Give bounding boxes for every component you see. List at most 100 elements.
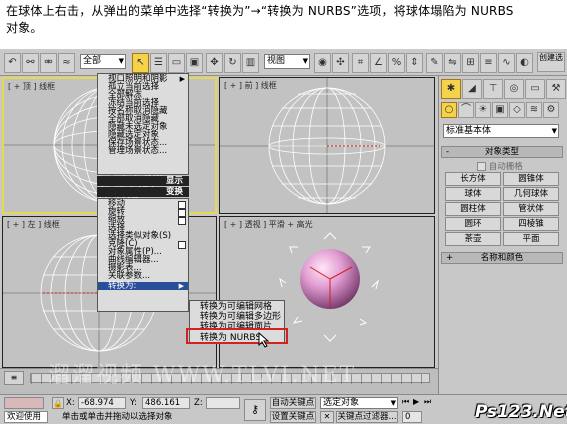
sphere-button[interactable]: 球体 xyxy=(445,187,501,201)
key-filters-button[interactable]: 关键点过滤器... xyxy=(336,411,398,423)
menu-item-convert-editable-poly[interactable]: 转换为可编辑多边形 xyxy=(190,313,284,322)
align-icon[interactable]: ⊞ xyxy=(462,53,479,73)
filter-icon[interactable]: ✕ xyxy=(320,411,334,423)
select-by-name-icon[interactable]: ☰ xyxy=(150,53,167,73)
motion-tab-icon[interactable]: ◎ xyxy=(504,79,524,99)
go-to-end-icon[interactable]: ⏭ xyxy=(424,397,431,407)
geometry-icon[interactable]: ○ xyxy=(441,102,457,118)
clone-settings-icon[interactable] xyxy=(178,241,186,249)
viewport-perspective[interactable]: [ + ] 透视 ] 平滑 + 高光 xyxy=(219,216,435,368)
cameras-icon[interactable]: ▣ xyxy=(492,102,508,118)
chevron-down-icon: ▼ xyxy=(390,399,396,407)
pivot-center-icon[interactable]: ◉ xyxy=(314,53,331,73)
hierarchy-tab-icon[interactable]: ⊤ xyxy=(483,79,503,99)
tube-button[interactable]: 管状体 xyxy=(503,202,559,216)
manipulate-icon[interactable]: ✣ xyxy=(332,53,349,73)
undo-icon[interactable]: ↶ xyxy=(4,53,21,73)
teapot-button[interactable]: 茶壶 xyxy=(445,232,501,246)
create-tab-icon[interactable]: ✱ xyxy=(441,79,461,99)
checkbox-icon xyxy=(477,162,486,171)
quad-header-display: 显示 xyxy=(97,176,189,186)
torus-button[interactable]: 圆环 xyxy=(445,217,501,231)
x-coordinate-field[interactable]: -68.974 xyxy=(78,397,126,409)
scale-settings-icon[interactable] xyxy=(178,217,186,225)
wireframe-sphere-front xyxy=(220,78,434,213)
percent-snap-icon[interactable]: % xyxy=(388,53,405,73)
instruction-line-1: 在球体上右击，从弹出的菜单中选择“转换为”→“转换为 NURBS”选项，将球体塌… xyxy=(6,4,514,18)
rotate-settings-icon[interactable] xyxy=(178,209,186,217)
geosphere-button[interactable]: 几何球体 xyxy=(503,187,559,201)
cylinder-button[interactable]: 圆柱体 xyxy=(445,202,501,216)
rect-selection-icon[interactable]: ▭ xyxy=(168,53,185,73)
key-icon[interactable]: ⚷ xyxy=(244,399,266,421)
curve-editor-icon[interactable]: ∿ xyxy=(498,53,515,73)
window-crossing-icon[interactable]: ▣ xyxy=(186,53,203,73)
go-to-start-icon[interactable]: ⏮ xyxy=(402,397,409,407)
spinner-snap-icon[interactable]: ⇕ xyxy=(406,53,423,73)
bind-spacewarp-icon[interactable]: ≈ xyxy=(58,53,75,73)
submenu-arrow-icon: ▶ xyxy=(178,282,184,290)
select-rotate-icon[interactable]: ↻ xyxy=(224,53,241,73)
rollout-object-type[interactable]: - 对象类型 xyxy=(441,146,563,158)
move-settings-icon[interactable] xyxy=(178,201,186,209)
plane-button[interactable]: 平面 xyxy=(503,232,559,246)
auto-key-button[interactable]: 自动关键点 xyxy=(270,397,316,409)
playback-controls: ⏮ ▶ ⏭ xyxy=(402,397,436,409)
y-coordinate-field[interactable]: 486.161 xyxy=(142,397,190,409)
y-label: Y: xyxy=(130,398,137,408)
helpers-icon[interactable]: ◇ xyxy=(509,102,525,118)
chevron-down-icon: ▼ xyxy=(118,57,124,65)
menu-item-wire-parameters[interactable]: 关联参数... xyxy=(98,272,188,281)
edit-named-selection-icon[interactable]: ✎ xyxy=(426,53,443,73)
material-editor-icon[interactable]: ◐ xyxy=(516,53,533,73)
box-button[interactable]: 长方体 xyxy=(445,172,501,186)
maxscript-mini-listener[interactable] xyxy=(4,397,44,409)
site-logo-text: Ps123.Net xyxy=(475,402,567,422)
chevron-down-icon: ▼ xyxy=(302,57,308,65)
select-scale-icon[interactable]: ▥ xyxy=(242,53,259,73)
lights-icon[interactable]: ☀ xyxy=(475,102,491,118)
systems-icon[interactable]: ⚙ xyxy=(543,102,559,118)
shaded-sphere-perspective xyxy=(279,232,379,342)
unlink-icon[interactable]: ⚮ xyxy=(40,53,57,73)
current-frame-field[interactable]: 0 xyxy=(402,411,422,423)
instruction-line-2: 对象。 xyxy=(6,21,43,35)
play-icon[interactable]: ▶ xyxy=(413,397,419,406)
select-object-icon[interactable]: ↖ xyxy=(132,53,149,73)
set-key-button[interactable]: 设置关键点 xyxy=(270,411,316,423)
mirror-icon[interactable]: ⇋ xyxy=(444,53,461,73)
snaps-toggle-icon[interactable]: ⌗ xyxy=(352,53,369,73)
menu-item-convert-editable-mesh[interactable]: 转换为可编辑网格 xyxy=(190,303,284,312)
create-selection-set[interactable]: 创建选 xyxy=(537,52,565,72)
cone-button[interactable]: 圆锥体 xyxy=(503,172,559,186)
create-selection-label: 创建选 xyxy=(539,53,563,62)
select-move-icon[interactable]: ✥ xyxy=(206,53,223,73)
welcome-field[interactable]: 欢迎使用 xyxy=(4,411,48,423)
angle-snap-icon[interactable]: ∠ xyxy=(370,53,387,73)
timeline-toggle-icon[interactable]: ≡ xyxy=(4,371,24,385)
rollout-object-type-label: 对象类型 xyxy=(484,147,519,157)
command-panel: ✱ ◢ ⊤ ◎ ▭ ⚒ ○ ⌒ ☀ ▣ ◇ ≋ ⚙ 标准基本体 ▼ - 对象类型… xyxy=(438,76,567,394)
reference-coord-dropdown[interactable]: 视图 ▼ xyxy=(264,54,310,69)
quad-header-transform: 变换 xyxy=(97,187,189,197)
key-mode-dropdown[interactable]: 选定对象 ▼ xyxy=(320,397,398,409)
shapes-icon[interactable]: ⌒ xyxy=(458,102,474,118)
menu-item-manage-scene-state[interactable]: 管理场景状态... xyxy=(98,147,188,156)
modify-tab-icon[interactable]: ◢ xyxy=(462,79,482,99)
rollout-name-color[interactable]: + 名称和颜色 xyxy=(441,252,563,264)
rollout-collapse-icon: - xyxy=(446,147,450,157)
layer-manager-icon[interactable]: ≡ xyxy=(480,53,497,73)
x-label: X: xyxy=(66,398,75,408)
link-icon[interactable]: ⚯ xyxy=(22,53,39,73)
selection-filter-dropdown[interactable]: 全部 ▼ xyxy=(80,54,126,69)
display-tab-icon[interactable]: ▭ xyxy=(525,79,545,99)
lock-selection-icon[interactable]: 🔒 xyxy=(52,397,64,409)
spacewarps-icon[interactable]: ≋ xyxy=(526,102,542,118)
viewport-front[interactable]: [ + ] 前 ] 线框 xyxy=(219,77,435,214)
primitive-category-dropdown[interactable]: 标准基本体 ▼ xyxy=(443,124,559,138)
utilities-tab-icon[interactable]: ⚒ xyxy=(546,79,566,99)
z-coordinate-field[interactable] xyxy=(206,397,240,409)
pyramid-button[interactable]: 四棱锥 xyxy=(503,217,559,231)
autogrid-checkbox[interactable]: 自动栅格 xyxy=(477,160,557,172)
menu-item-convert-to[interactable]: 转换为: ▶ xyxy=(98,282,188,290)
